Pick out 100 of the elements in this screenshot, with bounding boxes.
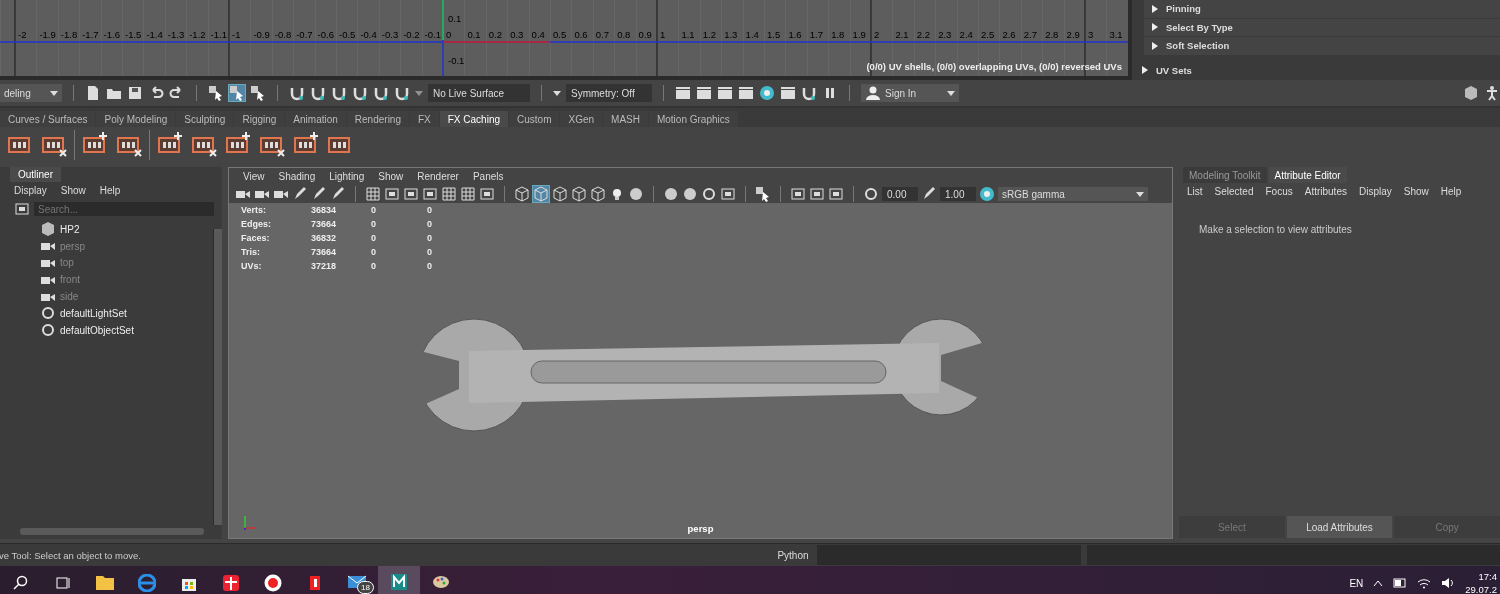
outliner-item[interactable]: defaultObjectSet [40, 321, 208, 339]
shelf-tab[interactable]: FX [410, 111, 439, 127]
figure-icon[interactable] [1484, 85, 1500, 101]
expand-arrow-icon[interactable] [1152, 4, 1158, 13]
wifi-icon[interactable] [1417, 577, 1432, 589]
expand-arrow-icon[interactable] [1142, 66, 1148, 75]
clapperboard-icon[interactable] [717, 85, 733, 101]
menu-item[interactable]: Renderer [417, 171, 459, 182]
ring-icon[interactable] [863, 186, 879, 202]
grid-icon[interactable] [460, 186, 476, 202]
menu-item[interactable]: Focus [1265, 186, 1293, 197]
app-icon[interactable] [378, 566, 420, 594]
shelf-tab[interactable]: Sculpting [176, 111, 234, 127]
section-header[interactable]: Select By Type [1144, 18, 1500, 36]
cursor-icon[interactable] [755, 186, 771, 202]
panel-tab[interactable]: Outliner [10, 167, 61, 182]
magnet-icon[interactable] [394, 85, 410, 101]
shelf-tab[interactable]: Custom [509, 111, 560, 127]
shelf-tab[interactable]: Rigging [234, 111, 285, 127]
section-header[interactable]: Pinning [1144, 0, 1500, 18]
square-icon[interactable] [422, 186, 438, 202]
command-result-field[interactable] [1087, 545, 1500, 565]
square-icon[interactable] [384, 186, 400, 202]
symmetry-dropdown[interactable]: Symmetry: Off [566, 84, 652, 102]
clapperboard-icon[interactable] [780, 85, 796, 101]
shading-mode-icon[interactable] [514, 186, 530, 202]
box-icon[interactable] [1463, 85, 1479, 101]
menu-set-dropdown[interactable]: deling [0, 84, 62, 102]
grid-icon[interactable] [365, 186, 381, 202]
shelf-tab[interactable]: MASH [603, 111, 648, 127]
sphere-icon[interactable] [682, 186, 698, 202]
live-surface-field[interactable]: No Live Surface [428, 84, 530, 102]
clapperboard-icon[interactable] [738, 85, 754, 101]
exposure-field[interactable]: 0.00 [882, 187, 918, 201]
clock-date[interactable]: 29.07.2 [1465, 583, 1497, 594]
magnet-icon[interactable] [373, 85, 389, 101]
shelf-tab[interactable]: Animation [285, 111, 346, 127]
search-field[interactable]: Search... [34, 202, 214, 216]
magnet-icon[interactable] [289, 85, 305, 101]
save-icon[interactable] [127, 85, 143, 101]
menu-item[interactable]: Show [378, 171, 404, 182]
square-icon[interactable] [403, 186, 419, 202]
square-icon[interactable] [479, 186, 495, 202]
magnet-icon[interactable] [331, 85, 347, 101]
menu-item[interactable]: View [243, 171, 265, 182]
menu-item[interactable]: Help [1440, 186, 1462, 197]
shading-mode-icon[interactable] [571, 186, 587, 202]
scrollbar[interactable] [20, 528, 204, 535]
clapperboard-icon[interactable] [675, 85, 691, 101]
shelf-tab[interactable]: Curves / Surfaces [0, 111, 96, 127]
select-mode-icon[interactable] [250, 85, 266, 101]
section-header[interactable]: Soft Selection [1144, 37, 1500, 55]
gamma-field[interactable]: 1.00 [940, 187, 976, 201]
menu-item[interactable]: List [1187, 186, 1203, 197]
scrollbar[interactable] [213, 229, 222, 525]
menu-item[interactable]: Help [99, 185, 121, 196]
panel-tab[interactable]: Attribute Editor [1268, 167, 1347, 183]
command-input-field[interactable] [817, 545, 1081, 565]
menu-item[interactable]: Selected [1214, 186, 1254, 197]
shelf-tab[interactable]: Poly Modeling [96, 111, 176, 127]
magnet-icon[interactable] [310, 85, 326, 101]
menu-item[interactable]: Display [1358, 186, 1392, 197]
menu-item[interactable]: Shading [278, 171, 316, 182]
expand-arrow-icon[interactable] [1152, 41, 1158, 50]
sign-in-dropdown[interactable]: Sign In [861, 84, 959, 102]
panel-button[interactable]: Load Attributes [1286, 516, 1393, 538]
menu-item[interactable]: Panels [472, 171, 504, 182]
shading-mode-icon[interactable] [552, 186, 568, 202]
sphere-icon[interactable] [628, 186, 644, 202]
clapperboard-icon[interactable] [696, 85, 712, 101]
square-icon[interactable] [720, 186, 736, 202]
disc-icon[interactable] [759, 85, 775, 101]
magnet-icon[interactable] [801, 85, 817, 101]
speaker-icon[interactable] [1441, 577, 1456, 589]
grid-icon[interactable] [441, 186, 457, 202]
menu-item[interactable]: Show [60, 185, 86, 196]
page-icon[interactable] [85, 85, 101, 101]
chevron-up-icon[interactable] [1373, 579, 1384, 587]
expand-arrow-icon[interactable] [1152, 23, 1158, 32]
shelf-tab[interactable]: Motion Graphics [648, 111, 738, 127]
shading-mode-icon[interactable] [590, 186, 606, 202]
menu-item[interactable]: Show [1403, 186, 1429, 197]
disc-icon[interactable] [979, 186, 995, 202]
shelf-tab[interactable]: FX Caching [439, 111, 508, 127]
outliner-item[interactable]: defaultLightSet [40, 305, 208, 322]
color-space-dropdown[interactable]: sRGB gamma [998, 187, 1148, 201]
square-icon[interactable] [809, 186, 825, 202]
clock-time[interactable]: 17:4 [1478, 570, 1497, 583]
magnet-icon[interactable] [352, 85, 368, 101]
panel-tab[interactable]: Modeling Toolkit [1183, 167, 1267, 183]
menu-item[interactable]: Attributes [1304, 186, 1347, 197]
outliner-item[interactable]: HP2 [40, 221, 208, 238]
language-indicator[interactable]: EN [1349, 577, 1364, 589]
shelf-tab[interactable]: Rendering [346, 111, 409, 127]
select-mode-icon[interactable] [208, 85, 224, 101]
ring-icon[interactable] [701, 186, 717, 202]
command-language-label[interactable]: Python [769, 549, 817, 561]
square-icon[interactable] [828, 186, 844, 202]
battery-icon[interactable] [1393, 578, 1408, 588]
square-icon[interactable] [790, 186, 806, 202]
